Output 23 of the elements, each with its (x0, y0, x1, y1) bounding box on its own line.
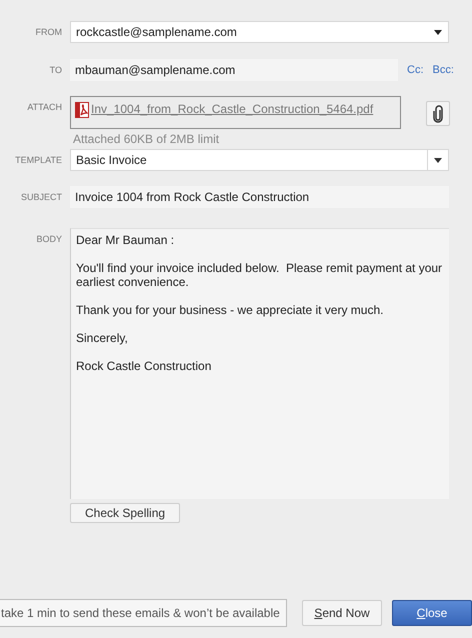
from-label: FROM (34, 27, 62, 37)
body-paragraph: Sincerely, (76, 331, 129, 345)
attachment-link[interactable]: Inv_1004_from_Rock_Castle_Construction_5464.pdf (91, 102, 374, 116)
attach-label: ATTACH (26, 101, 62, 112)
send-now-button[interactable]: Send Now (302, 600, 382, 626)
to-field[interactable]: mbauman@samplename.com (70, 59, 398, 81)
body-paragraph: Thank you for your business - we appreciate it very much. (76, 303, 384, 317)
subject-field[interactable]: Invoice 1004 from Rock Castle Construction (70, 186, 449, 208)
template-label: TEMPLATE (14, 155, 62, 165)
check-spelling-button[interactable]: Check Spelling (70, 503, 180, 523)
attachment-size-note: Attached 60KB of 2MB limit (73, 132, 220, 146)
template-dropdown[interactable]: Basic Invoice (70, 149, 449, 171)
body-paragraph: Dear Mr Bauman : (76, 233, 176, 247)
recipient-link[interactable]: Cc: (407, 64, 424, 76)
body-paragraph: You'll find your invoice included below. Please remit payment at your earliest convenience. (76, 261, 444, 289)
subject-label: SUBJECT (20, 192, 62, 202)
status-message: take 1 min to send these emails & won’t be available (0, 599, 287, 627)
from-dropdown[interactable]: rockcastle@samplename.com (70, 21, 449, 43)
body-paragraph: Rock Castle Construction (76, 359, 212, 373)
to-label: TO (48, 65, 62, 75)
body-label: BODY (35, 233, 62, 244)
close-button[interactable]: Close (392, 600, 472, 626)
recipient-link[interactable]: Bcc: (432, 64, 454, 76)
